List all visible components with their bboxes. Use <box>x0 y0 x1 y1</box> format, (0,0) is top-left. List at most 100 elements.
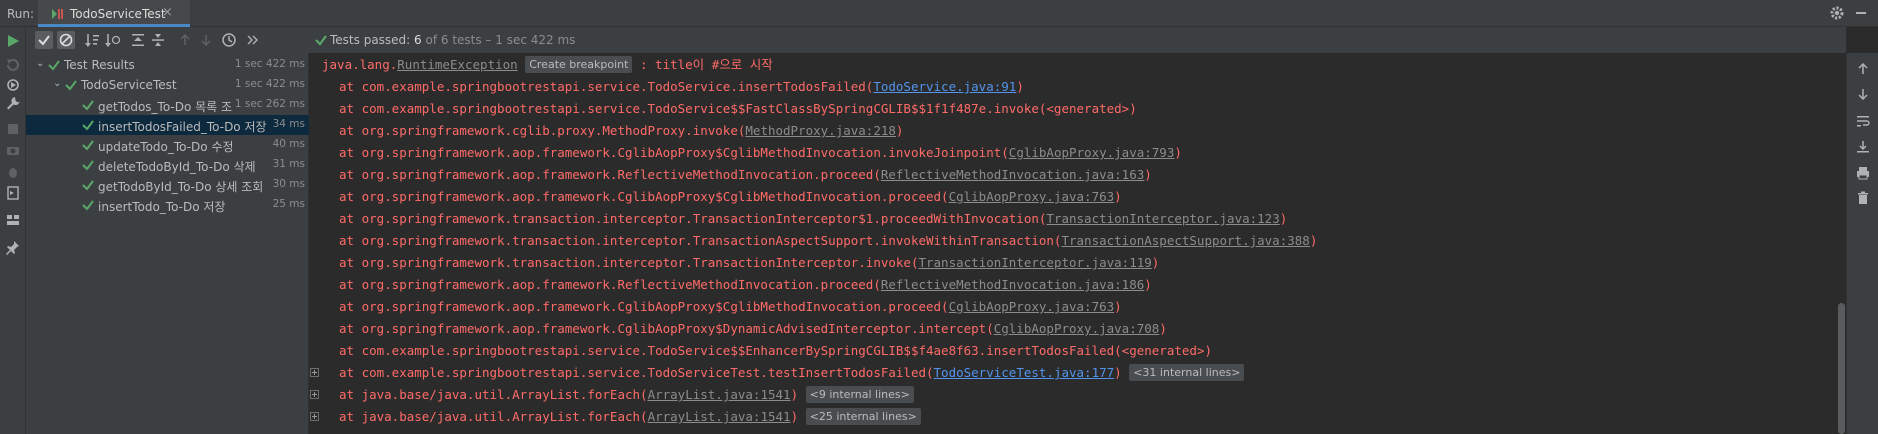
passed-check-icon <box>65 80 77 91</box>
test-status-summary: Tests passed: 6 of 6 tests – 1 sec 422 m… <box>330 33 576 47</box>
more-actions-button[interactable] <box>243 31 261 49</box>
tree-node-label: insertTodosFailed_To-Do 저장 <box>98 120 267 134</box>
tree-node-label: Test Results <box>64 58 135 72</box>
soft-wrap-icon[interactable] <box>1855 113 1871 129</box>
next-failed-button <box>197 31 215 49</box>
sort-duration-icon <box>105 34 121 47</box>
chevron-down-icon[interactable]: ⌄ <box>36 58 44 69</box>
rerun-icon[interactable] <box>5 33 21 49</box>
stack-frame-line: at org.springframework.transaction.inter… <box>310 208 1844 230</box>
layout-icon[interactable] <box>5 212 21 228</box>
stack-frame-tail: ) <box>1144 167 1152 182</box>
internal-lines-chip[interactable]: <31 internal lines> <box>1129 364 1245 381</box>
check-icon <box>38 35 50 46</box>
stack-frame-line: at org.springframework.transaction.inter… <box>310 230 1844 252</box>
exception-package: java.lang. <box>322 57 398 72</box>
expand-plus-icon[interactable] <box>310 390 319 399</box>
tree-node-test[interactable]: deleteTodoById_To-Do 삭제 31 ms <box>26 155 309 175</box>
stack-frame-tail: ) <box>1159 321 1167 336</box>
stack-frame-text: at org.springframework.transaction.inter… <box>339 255 919 270</box>
source-link[interactable]: TransactionInterceptor.java:123 <box>1046 211 1279 226</box>
stack-frame-text: at com.example.springbootrestapi.service… <box>339 79 874 94</box>
sort-by-duration-button[interactable] <box>103 31 121 49</box>
exit-icon[interactable] <box>5 185 21 201</box>
scroll-to-end-icon[interactable] <box>1855 139 1871 155</box>
internal-lines-chip[interactable]: <9 internal lines> <box>805 386 914 403</box>
wrench-icon[interactable] <box>5 95 21 111</box>
source-link[interactable]: CglibAopProxy.java:708 <box>994 321 1160 336</box>
tree-node-test-results[interactable]: ⌄ Test Results 1 sec 422 ms <box>26 55 309 75</box>
source-link[interactable]: CglibAopProxy.java:763 <box>949 189 1115 204</box>
close-tab-icon[interactable]: × <box>162 5 173 20</box>
tree-node-test-selected[interactable]: insertTodosFailed_To-Do 저장 34 ms <box>26 115 309 135</box>
stack-frame-text: at org.springframework.cglib.proxy.Metho… <box>339 123 746 138</box>
source-link[interactable]: ReflectiveMethodInvocation.java:186 <box>881 277 1144 292</box>
tree-node-test[interactable]: updateTodo_To-Do 수정 40 ms <box>26 135 309 155</box>
test-config-icon <box>52 9 63 19</box>
test-history-button[interactable] <box>220 31 238 49</box>
stack-frame-text: at org.springframework.aop.framework.Cgl… <box>339 145 1009 160</box>
gear-icon[interactable] <box>1829 5 1845 21</box>
tree-node-test[interactable]: getTodos_To-Do 목록 조 1 sec 262 ms <box>26 95 309 115</box>
test-runner-toolbar: Tests passed: 6 of 6 tests – 1 sec 422 m… <box>26 27 1846 53</box>
console-vertical-scrollbar[interactable] <box>1838 53 1846 434</box>
stack-frame-line: at org.springframework.aop.framework.Ref… <box>310 274 1844 296</box>
source-link[interactable]: TodoService.java:91 <box>873 79 1016 94</box>
expand-plus-icon[interactable] <box>310 412 319 421</box>
sort-alphabetically-button[interactable] <box>83 31 101 49</box>
console-output[interactable]: java.lang.RuntimeException Create breakp… <box>310 53 1844 434</box>
run-label: Run: <box>7 7 35 21</box>
tree-node-label: insertTodo_To-Do 저장 <box>98 200 226 214</box>
tree-node-test-class[interactable]: ⌄ TodoServiceTest 1 sec 422 ms <box>26 75 309 95</box>
scrollbar-thumb[interactable] <box>1838 303 1845 434</box>
source-link[interactable]: CglibAopProxy.java:793 <box>1009 145 1175 160</box>
show-passed-button[interactable] <box>35 31 53 49</box>
tree-node-test[interactable]: getTodoById_To-Do 상세 조회 30 ms <box>26 175 309 195</box>
camera-icon <box>7 147 19 155</box>
stack-frame-line: at org.springframework.aop.framework.Cgl… <box>310 186 1844 208</box>
collapse-all-button[interactable] <box>149 31 167 49</box>
stack-frame-tail: ) <box>1016 79 1024 94</box>
trash-icon[interactable] <box>1855 190 1871 206</box>
arrow-down-icon[interactable] <box>1855 86 1871 102</box>
tree-node-duration: 40 ms <box>272 138 305 150</box>
passed-check-icon <box>82 180 94 191</box>
tree-node-duration: 1 sec 422 ms <box>234 58 305 70</box>
source-link[interactable]: TodoServiceTest.java:177 <box>934 365 1115 380</box>
source-link[interactable]: ArrayList.java:1541 <box>648 409 791 424</box>
stack-frame-line: at org.springframework.cglib.proxy.Metho… <box>310 120 1844 142</box>
stack-frame-line-expandable: at java.base/java.util.ArrayList.forEach… <box>310 384 1844 406</box>
passed-check-icon <box>82 100 94 111</box>
toggle-auto-test-icon[interactable] <box>5 77 21 93</box>
stack-frame-text: at org.springframework.aop.framework.Ref… <box>339 277 881 292</box>
console-right-toolbar <box>1846 53 1878 434</box>
expand-plus-icon[interactable] <box>310 368 319 377</box>
stack-frame-tail: ) <box>1151 255 1160 270</box>
source-link[interactable]: ArrayList.java:1541 <box>648 387 791 402</box>
source-link[interactable]: TransactionInterceptor.java:119 <box>918 255 1151 270</box>
stack-frame-text: at org.springframework.aop.framework.Cgl… <box>339 321 994 336</box>
source-link[interactable]: MethodProxy.java:218 <box>745 123 896 138</box>
print-icon[interactable] <box>1855 165 1871 181</box>
expand-all-button[interactable] <box>129 31 147 49</box>
collapse-all-icon <box>152 34 164 46</box>
create-breakpoint-chip[interactable]: Create breakpoint <box>525 56 633 73</box>
tree-node-test[interactable]: insertTodo_To-Do 저장 25 ms <box>26 195 309 215</box>
source-link[interactable]: ReflectiveMethodInvocation.java:163 <box>881 167 1144 182</box>
stack-frame-tail: ) <box>1174 145 1182 160</box>
tree-node-label: getTodos_To-Do 목록 조 <box>98 100 233 114</box>
stack-frame-tail: ) <box>790 409 799 424</box>
hide-icon[interactable] <box>1853 5 1869 21</box>
stack-frame-text: at org.springframework.aop.framework.Ref… <box>339 167 881 182</box>
show-ignored-button[interactable] <box>57 31 75 49</box>
tree-node-duration: 1 sec 422 ms <box>234 78 305 90</box>
arrow-up-icon[interactable] <box>1855 61 1871 77</box>
chevron-down-icon[interactable]: ⌄ <box>53 78 61 89</box>
stack-frame-line: at com.example.springbootrestapi.service… <box>310 98 1844 120</box>
source-link[interactable]: TransactionAspectSupport.java:388 <box>1061 233 1309 248</box>
pin-icon[interactable] <box>5 239 21 255</box>
internal-lines-chip[interactable]: <25 internal lines> <box>805 408 921 425</box>
source-link[interactable]: CglibAopProxy.java:763 <box>949 299 1115 314</box>
exception-class-link[interactable]: RuntimeException <box>397 57 517 72</box>
arrow-down-icon <box>201 35 211 47</box>
